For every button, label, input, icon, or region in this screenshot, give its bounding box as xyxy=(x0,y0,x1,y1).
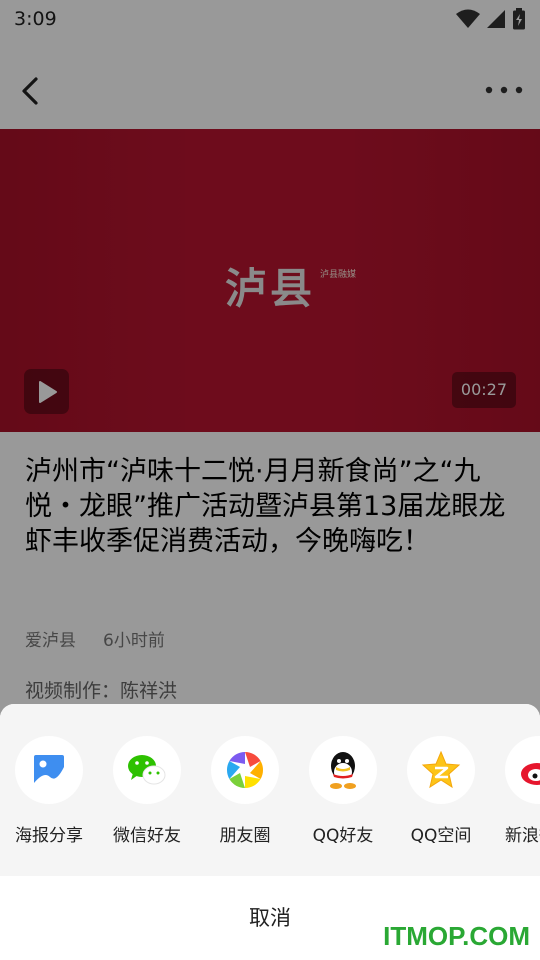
share-icon-circle xyxy=(407,736,475,804)
share-qzone-button[interactable]: QQ空间 xyxy=(391,736,491,846)
share-icon-circle xyxy=(211,736,279,804)
share-wechat-button[interactable]: 微信好友 xyxy=(97,736,197,846)
watermark: ITMOP.COM xyxy=(383,921,530,951)
share-label: 微信好友 xyxy=(113,826,181,846)
share-label: 新浪微博 xyxy=(505,826,540,846)
share-qq-button[interactable]: QQ好友 xyxy=(293,736,393,846)
qzone-icon xyxy=(421,751,461,789)
share-label: 海报分享 xyxy=(15,826,83,846)
share-icon-circle xyxy=(309,736,377,804)
screen: 3:09 泸县融媒 泸县 00:27 泸州市“泸味十二悦·月月新食尚”之“九悦・… xyxy=(0,0,540,960)
weibo-icon xyxy=(521,763,540,785)
share-poster-button[interactable]: 海报分享 xyxy=(0,736,99,846)
share-label: 朋友圈 xyxy=(219,826,271,846)
qq-icon xyxy=(330,752,356,789)
share-icon-circle xyxy=(113,736,181,804)
share-weibo-button[interactable]: 新浪微博 xyxy=(489,736,540,846)
share-moments-button[interactable]: 朋友圈 xyxy=(195,736,295,846)
share-icon-circle xyxy=(15,736,83,804)
share-label: QQ空间 xyxy=(410,826,472,846)
share-icon-circle xyxy=(505,736,540,804)
moments-icon xyxy=(226,752,264,788)
share-options-row[interactable]: 海报分享 微信好友 朋友圈 QQ好友 QQ空间 新浪 xyxy=(0,704,540,876)
wechat-icon xyxy=(128,755,166,785)
share-label: QQ好友 xyxy=(312,826,374,846)
poster-icon xyxy=(34,755,64,785)
